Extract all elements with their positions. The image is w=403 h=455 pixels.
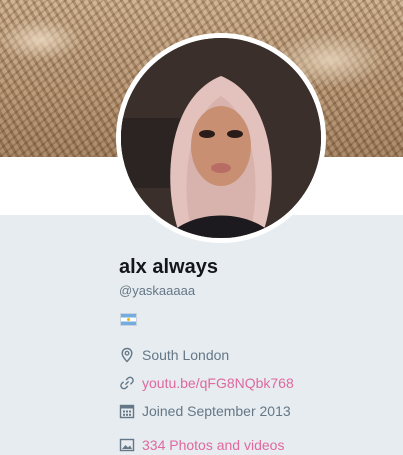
joined-text: Joined September 2013	[142, 403, 291, 419]
link-icon	[119, 375, 135, 391]
website-link[interactable]: youtu.be/qFG8NQbk768	[142, 375, 294, 391]
profile-location: South London	[119, 345, 229, 365]
profile-joined: Joined September 2013	[119, 401, 291, 421]
location-text: South London	[142, 347, 230, 363]
photo-icon	[119, 437, 135, 453]
location-pin-icon	[119, 347, 135, 363]
profile-name: alx always	[119, 256, 218, 278]
photos-link[interactable]: 334 Photos and videos	[142, 437, 284, 453]
profile-handle: @yaskaaaaa	[119, 283, 196, 298]
argentina-flag-icon	[120, 313, 137, 326]
calendar-icon	[119, 403, 135, 419]
profile-photos[interactable]: 334 Photos and videos	[119, 435, 284, 455]
avatar[interactable]	[121, 38, 321, 238]
profile-website[interactable]: youtu.be/qFG8NQbk768	[119, 373, 294, 393]
avatar-frame[interactable]	[116, 33, 326, 243]
